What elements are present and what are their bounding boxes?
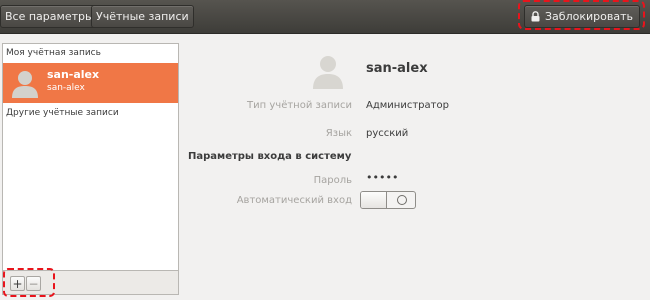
account-name[interactable]: san-alex [366, 61, 428, 76]
auto-login-switch[interactable] [360, 191, 416, 209]
user-accounts-button[interactable]: Учётные записи [91, 5, 194, 28]
user-list-item[interactable]: san-alex san-alex [3, 63, 178, 103]
user-list-login: san-alex [47, 83, 85, 93]
switch-off-icon [397, 195, 407, 205]
lock-button[interactable]: Заблокировать [524, 5, 640, 28]
password-label: Пароль [313, 175, 352, 186]
add-remove-highlight [3, 268, 55, 297]
language-value[interactable]: русский [366, 128, 408, 139]
auto-login-label: Автоматический вход [236, 195, 352, 206]
language-label: Язык [325, 128, 352, 139]
account-type-value[interactable]: Администратор [366, 100, 449, 111]
account-avatar-icon[interactable] [311, 52, 345, 90]
all-settings-button[interactable]: Все параметры [0, 5, 99, 28]
login-options-heading: Параметры входа в систему [188, 151, 352, 162]
lock-button-label: Заблокировать [545, 10, 633, 23]
password-value[interactable]: ••••• [366, 171, 398, 184]
user-list-name: san-alex [47, 68, 100, 81]
other-accounts-header: Другие учётные записи [6, 108, 119, 118]
switch-knob [361, 192, 387, 208]
user-avatar-icon [12, 71, 38, 98]
top-toolbar: Все параметры Учётные записи Заблокирова… [0, 0, 650, 34]
account-type-label: Тип учётной записи [247, 100, 352, 111]
my-account-header: Моя учётная запись [6, 48, 101, 58]
accounts-list: Моя учётная запись san-alex san-alex Дру… [2, 43, 179, 271]
lock-icon [531, 10, 540, 21]
